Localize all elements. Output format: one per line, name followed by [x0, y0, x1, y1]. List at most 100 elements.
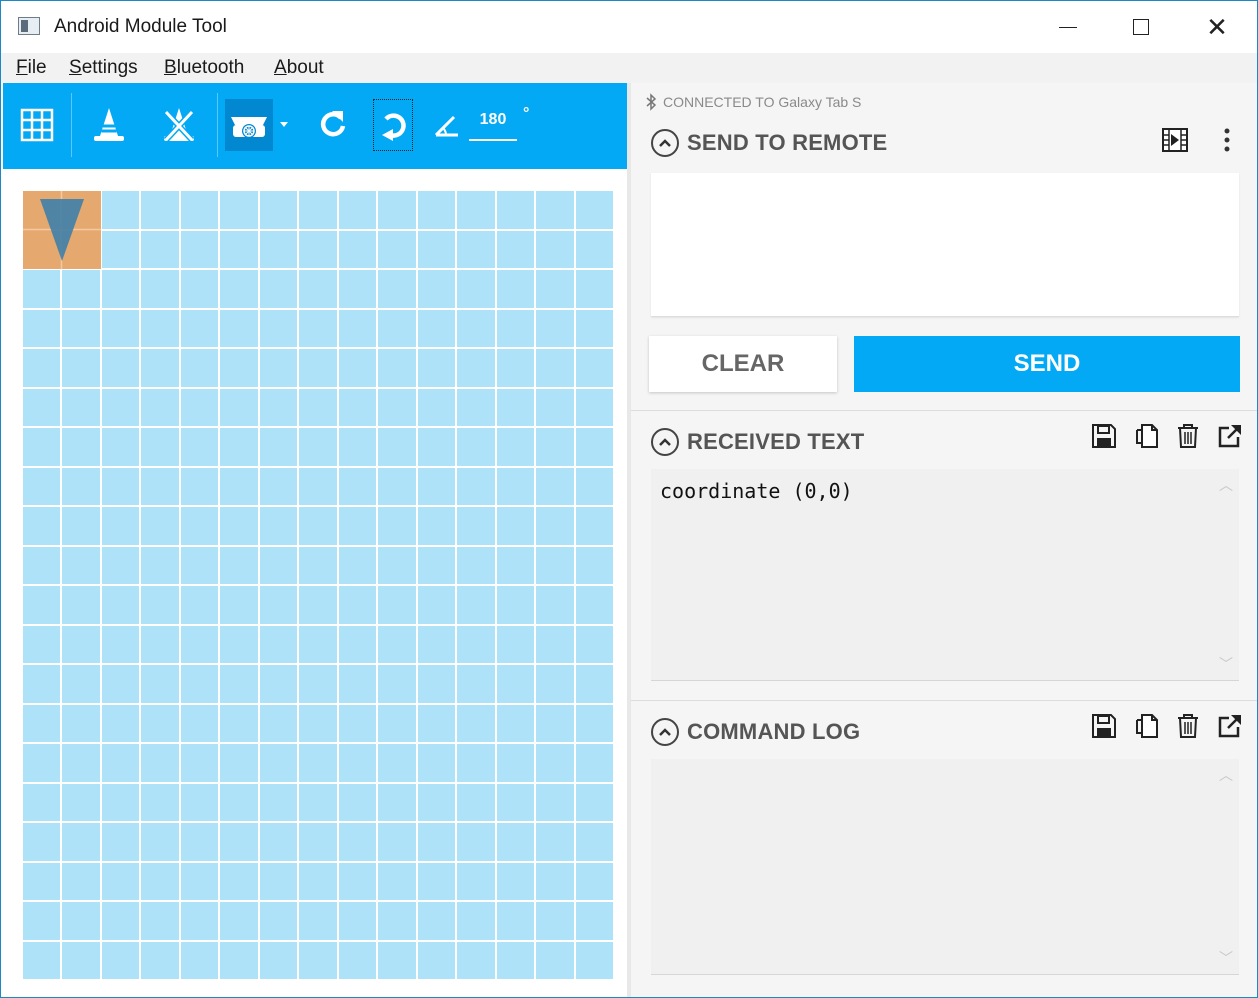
grid-cell[interactable] — [259, 388, 298, 426]
grid-cell[interactable] — [101, 309, 140, 347]
grid-cell[interactable] — [101, 191, 140, 229]
grid-cell[interactable] — [62, 428, 100, 466]
angle-input[interactable]: 180 — [469, 111, 517, 141]
rotate-left-button[interactable] — [311, 99, 355, 151]
rotate-right-button[interactable] — [373, 99, 413, 151]
grid-cell[interactable] — [417, 191, 456, 229]
grid-cell[interactable] — [141, 902, 179, 940]
grid-cell[interactable] — [62, 270, 100, 308]
grid-cell[interactable] — [180, 823, 219, 861]
grid-cell[interactable] — [417, 388, 456, 426]
grid-cell[interactable] — [220, 625, 258, 663]
grid-cell[interactable] — [62, 467, 100, 505]
grid-cell[interactable] — [180, 546, 219, 584]
grid-cell[interactable] — [101, 586, 140, 624]
grid-cell[interactable] — [62, 744, 100, 782]
command-log-scrollbar[interactable]: ︿ ﹀ — [1211, 759, 1239, 974]
grid-cell[interactable] — [378, 428, 416, 466]
grid-cell[interactable] — [338, 388, 377, 426]
scroll-down-icon[interactable]: ﹀ — [1219, 654, 1233, 674]
grid-cell[interactable] — [101, 823, 140, 861]
grid-cell[interactable] — [378, 704, 416, 742]
grid-cell[interactable] — [457, 388, 495, 426]
grid-cell[interactable] — [496, 230, 535, 268]
grid-cell[interactable] — [575, 270, 613, 308]
grid-cell[interactable] — [23, 309, 61, 347]
grid-cell[interactable] — [62, 388, 100, 426]
grid-cell[interactable] — [338, 467, 377, 505]
grid-cell[interactable] — [457, 546, 495, 584]
grid-cell[interactable] — [141, 388, 179, 426]
grid-cell[interactable] — [496, 546, 535, 584]
grid-cell[interactable] — [496, 625, 535, 663]
copy-received-button[interactable] — [1134, 423, 1160, 454]
grid-cell[interactable] — [338, 823, 377, 861]
grid-cell[interactable] — [575, 349, 613, 387]
grid-cell[interactable] — [417, 704, 456, 742]
delete-received-button[interactable] — [1176, 423, 1200, 454]
grid-cell[interactable] — [299, 665, 337, 703]
grid-cell[interactable] — [457, 428, 495, 466]
grid-cell[interactable] — [378, 665, 416, 703]
send-input[interactable] — [651, 173, 1239, 317]
grid-cell[interactable] — [259, 744, 298, 782]
maximize-button[interactable] — [1111, 1, 1171, 53]
grid-cell[interactable] — [417, 665, 456, 703]
grid-cell[interactable] — [417, 744, 456, 782]
grid-cell[interactable] — [457, 665, 495, 703]
grid-cell[interactable] — [180, 191, 219, 229]
grid-cell[interactable] — [575, 665, 613, 703]
save-log-button[interactable] — [1091, 713, 1117, 744]
grid-cell[interactable] — [575, 230, 613, 268]
grid-cell[interactable] — [23, 902, 61, 940]
grid-cell[interactable] — [457, 941, 495, 979]
grid-cell[interactable] — [299, 388, 337, 426]
grid-cell[interactable] — [141, 586, 179, 624]
grid-cell[interactable] — [62, 349, 100, 387]
grid-cell[interactable] — [496, 586, 535, 624]
grid-cell[interactable] — [378, 625, 416, 663]
grid-cell[interactable] — [338, 704, 377, 742]
grid-cell[interactable] — [575, 467, 613, 505]
grid-cell[interactable] — [259, 902, 298, 940]
grid-cell[interactable] — [417, 230, 456, 268]
grid-cell[interactable] — [180, 230, 219, 268]
grid-cell[interactable] — [141, 309, 179, 347]
grid-cell[interactable] — [536, 230, 574, 268]
grid-cell[interactable] — [575, 191, 613, 229]
grid-cell[interactable] — [378, 309, 416, 347]
grid-cell[interactable] — [338, 349, 377, 387]
grid-cell[interactable] — [141, 191, 179, 229]
grid-cell[interactable] — [141, 428, 179, 466]
save-received-button[interactable] — [1091, 423, 1117, 454]
grid-cell[interactable] — [259, 309, 298, 347]
grid-cell[interactable] — [338, 586, 377, 624]
grid-cell[interactable] — [220, 941, 258, 979]
grid-cell[interactable] — [496, 467, 535, 505]
grid-cell[interactable] — [378, 744, 416, 782]
grid-cell[interactable] — [299, 309, 337, 347]
grid-cell[interactable] — [536, 783, 574, 821]
grid-cell[interactable] — [62, 309, 100, 347]
grid-cell[interactable] — [62, 704, 100, 742]
grid-cell[interactable] — [62, 823, 100, 861]
grid-cell[interactable] — [299, 270, 337, 308]
grid-cell[interactable] — [338, 270, 377, 308]
grid-cell[interactable] — [457, 309, 495, 347]
grid-cell[interactable] — [496, 270, 535, 308]
grid-cell[interactable] — [338, 546, 377, 584]
grid-cell[interactable] — [101, 270, 140, 308]
grid-cell[interactable] — [62, 783, 100, 821]
grid-cell[interactable] — [180, 467, 219, 505]
grid-cell[interactable] — [259, 586, 298, 624]
grid-cell[interactable] — [496, 191, 535, 229]
scroll-down-icon[interactable]: ﹀ — [1219, 948, 1233, 968]
grid-cell[interactable] — [101, 467, 140, 505]
grid-cell[interactable] — [378, 270, 416, 308]
grid-cell[interactable] — [220, 783, 258, 821]
collapse-icon[interactable] — [651, 428, 679, 456]
grid-cell[interactable] — [496, 862, 535, 900]
grid-cell[interactable] — [496, 428, 535, 466]
grid-cell[interactable] — [141, 862, 179, 900]
grid-cell[interactable] — [180, 428, 219, 466]
